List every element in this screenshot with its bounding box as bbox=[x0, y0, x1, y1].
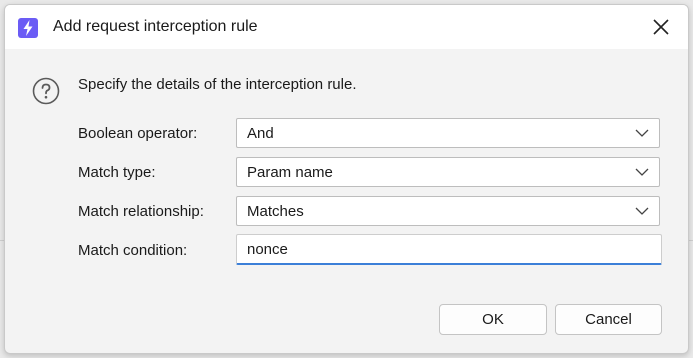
close-button[interactable] bbox=[650, 16, 672, 38]
ok-button[interactable]: OK bbox=[439, 304, 547, 335]
match-relationship-value: Matches bbox=[247, 203, 304, 220]
intercept-rule-dialog: Add request interception rule Specify th… bbox=[4, 4, 689, 354]
match-condition-label: Match condition: bbox=[78, 242, 188, 259]
boolean-operator-value: And bbox=[247, 125, 274, 142]
boolean-operator-label: Boolean operator: bbox=[78, 125, 198, 142]
chevron-down-icon bbox=[635, 168, 649, 176]
title-bar: Add request interception rule bbox=[5, 5, 688, 49]
help-icon bbox=[32, 77, 60, 105]
lightning-icon bbox=[18, 18, 38, 38]
dialog-title: Add request interception rule bbox=[53, 18, 258, 35]
match-type-label: Match type: bbox=[78, 164, 156, 181]
intro-text: Specify the details of the interception … bbox=[78, 76, 357, 93]
chevron-down-icon bbox=[635, 207, 649, 215]
match-relationship-select[interactable]: Matches bbox=[236, 196, 660, 226]
match-type-value: Param name bbox=[247, 164, 333, 181]
match-condition-input[interactable] bbox=[236, 234, 662, 265]
match-relationship-label: Match relationship: bbox=[78, 203, 204, 220]
chevron-down-icon bbox=[635, 129, 649, 137]
boolean-operator-select[interactable]: And bbox=[236, 118, 660, 148]
close-icon bbox=[653, 19, 669, 35]
match-type-select[interactable]: Param name bbox=[236, 157, 660, 187]
cancel-button[interactable]: Cancel bbox=[555, 304, 662, 335]
